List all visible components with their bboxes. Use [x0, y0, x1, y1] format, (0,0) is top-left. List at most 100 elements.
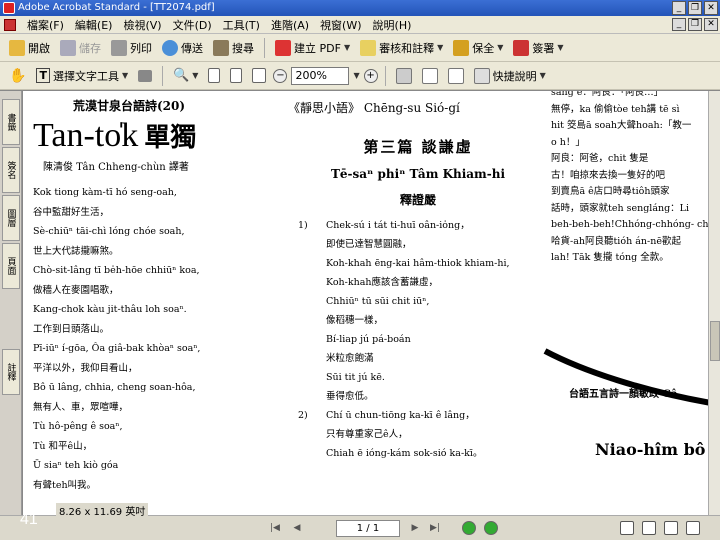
- continuous-facing-view-icon[interactable]: [686, 521, 700, 535]
- continuous-view-icon[interactable]: [642, 521, 656, 535]
- review-comment-button[interactable]: 審核和註釋 ▼: [357, 38, 446, 58]
- page-size-label: 8.26 x 11.69 英吋: [56, 503, 149, 518]
- chapter-title: 第三篇 談謙虛: [363, 138, 473, 156]
- zoom-out-button[interactable]: −: [273, 68, 288, 83]
- sayings-column-middle: 《靜思小語》 Chēng-su Sió-gí 第三篇 談謙虛 Tē-saⁿ ph…: [288, 93, 548, 463]
- fit-width-button[interactable]: [249, 66, 269, 85]
- poem-line: 世上大代誌攏嘛煞。: [33, 245, 119, 257]
- sign-button[interactable]: 簽署 ▼: [510, 38, 566, 58]
- camera-icon: [138, 69, 153, 82]
- saying-line: 垂得愈低。: [326, 391, 374, 402]
- doc-close-button[interactable]: ✕: [704, 18, 718, 31]
- menu-window[interactable]: 視窗(W): [320, 17, 361, 33]
- doc-minimize-button[interactable]: _: [672, 18, 686, 31]
- tools-toolbar: ✋ T 選擇文字工具 ▼ 🔍 ▼ − 200% ▼ + 快捷說明 ▼: [0, 62, 720, 90]
- document-icon: [4, 18, 16, 31]
- tab-signatures[interactable]: 簽名: [2, 147, 20, 193]
- saying-line: Koh-khah應該含蓄謙虛，: [326, 277, 439, 288]
- tab-pages[interactable]: 頁面: [2, 243, 20, 289]
- last-page-button[interactable]: ▶|: [428, 521, 442, 535]
- saying-line: 只有尊重家己ê人，: [326, 429, 408, 440]
- page-view-icon: [421, 67, 438, 84]
- menu-help[interactable]: 說明(H): [373, 17, 412, 33]
- zoom-tool-button[interactable]: 🔍 ▼: [170, 66, 201, 85]
- chevron-down-icon[interactable]: ▼: [557, 43, 563, 52]
- saying-number: 2): [298, 410, 308, 421]
- page-number-field[interactable]: 1 / 1: [336, 520, 400, 537]
- create-pdf-button[interactable]: 建立 PDF ▼: [272, 38, 353, 58]
- menu-bar: 檔案(F) 編輯(E) 檢視(V) 文件(D) 工具(T) 進階(A) 視窗(W…: [0, 16, 720, 34]
- zoom-level-field[interactable]: 200%: [291, 66, 350, 85]
- chevron-down-icon[interactable]: ▼: [122, 71, 128, 80]
- zoom-in-button[interactable]: +: [363, 68, 378, 83]
- lock-icon: [453, 39, 470, 56]
- story-line: 古！咱掠來去換一隻好的吧: [551, 169, 666, 181]
- poem-heading: Niao-hîm bô oa: [595, 440, 708, 459]
- email-button[interactable]: 傳送: [159, 38, 206, 58]
- open-button[interactable]: 開啟: [6, 38, 53, 58]
- menu-file[interactable]: 檔案(F): [27, 17, 64, 33]
- toolbar-divider: [384, 65, 386, 86]
- print-button[interactable]: 列印: [108, 38, 155, 58]
- fit-page-icon: [230, 68, 243, 83]
- chevron-down-icon[interactable]: ▼: [497, 43, 503, 52]
- chevron-down-icon[interactable]: ▼: [437, 43, 443, 52]
- poem-line: Tù 和平ê山，: [33, 440, 93, 452]
- tab-comments[interactable]: 註釋: [2, 349, 20, 395]
- go-forward-icon[interactable]: [484, 521, 498, 535]
- chevron-down-icon[interactable]: ▼: [540, 71, 546, 80]
- search-button[interactable]: 搜尋: [210, 38, 257, 58]
- menu-edit[interactable]: 編輯(E): [75, 17, 113, 33]
- forms-icon: [447, 67, 464, 84]
- facing-view-icon[interactable]: [664, 521, 678, 535]
- create-pdf-icon: [275, 39, 291, 56]
- secure-button[interactable]: 保全 ▼: [450, 38, 506, 58]
- story-line: 阿良：阿爸，chit 隻是: [551, 153, 649, 164]
- menu-advanced[interactable]: 進階(A): [271, 17, 309, 33]
- saying-line: Chiah ē ióng-kám sok-sió ka-kī。: [326, 448, 483, 459]
- email-icon: [162, 39, 178, 56]
- next-page-button[interactable]: ▶: [408, 521, 422, 535]
- saying-line: 即使已達智慧圓融，: [326, 239, 412, 250]
- hand-tool-button[interactable]: ✋: [6, 66, 29, 86]
- file-toolbar: 開啟 儲存 列印 傳送 搜尋 建立 PDF ▼ 審核和註釋 ▼ 保全 ▼ 簽署 ▼: [0, 34, 720, 62]
- poem-author: 陳清俊 Tân Chheng-chùn 譯著: [43, 162, 189, 173]
- story-line: 到賣鳥ā ê店口時尋tiôh頭家: [551, 186, 670, 197]
- actual-size-button[interactable]: [205, 66, 223, 85]
- single-page-view-icon[interactable]: [620, 521, 634, 535]
- chevron-down-icon[interactable]: ▼: [344, 43, 350, 52]
- menu-document[interactable]: 文件(D): [173, 17, 212, 33]
- menu-view[interactable]: 檢視(V): [123, 17, 161, 33]
- doc-restore-button[interactable]: ❐: [688, 18, 702, 31]
- vertical-scrollbar[interactable]: [708, 91, 720, 515]
- tab-bookmarks[interactable]: 書籤: [2, 99, 20, 145]
- tab-layers[interactable]: 圖層: [2, 195, 20, 241]
- minimize-button[interactable]: _: [672, 1, 686, 15]
- menu-tools[interactable]: 工具(T): [223, 17, 260, 33]
- go-back-icon[interactable]: [462, 521, 476, 535]
- select-text-tool-button[interactable]: T 選擇文字工具 ▼: [33, 66, 131, 86]
- restore-button[interactable]: ❐: [688, 1, 702, 15]
- first-page-button[interactable]: |◀: [268, 521, 282, 535]
- saying-line: 1) Chek-sú i tát ti-huī oân-io̍ng，: [288, 216, 548, 235]
- chevron-down-icon[interactable]: ▼: [192, 71, 198, 80]
- quick-help-button[interactable]: 快捷說明 ▼: [471, 66, 549, 86]
- poem-title: Tan-to̍k 單獨: [33, 117, 197, 154]
- rotate-icon: [395, 67, 412, 84]
- close-button[interactable]: ✕: [704, 1, 718, 15]
- previous-page-button[interactable]: ◀: [290, 521, 304, 535]
- forms-button[interactable]: [445, 66, 467, 86]
- poem-line: Chò-sit-lâng tī be̍h-hōe chhiūⁿ koa,: [33, 265, 200, 276]
- toolbar-divider: [162, 65, 164, 86]
- scrollbar-thumb[interactable]: [710, 321, 720, 361]
- saying-line: Koh-khah ēng-kai hâm-thiok khiam-hi,: [326, 258, 510, 269]
- saying-line: 米粒愈飽滿: [326, 353, 374, 364]
- poem-line: Sè-chiūⁿ tāi-chì lóng chóe soah,: [33, 226, 185, 237]
- zoom-dropdown-icon[interactable]: ▼: [353, 71, 359, 80]
- rotate-button[interactable]: [393, 66, 415, 86]
- snapshot-tool-button[interactable]: [135, 68, 155, 84]
- slide-number: 41: [20, 511, 38, 528]
- fit-page-button[interactable]: [227, 66, 245, 85]
- page-view-button[interactable]: [419, 66, 441, 86]
- save-button[interactable]: 儲存: [57, 38, 104, 58]
